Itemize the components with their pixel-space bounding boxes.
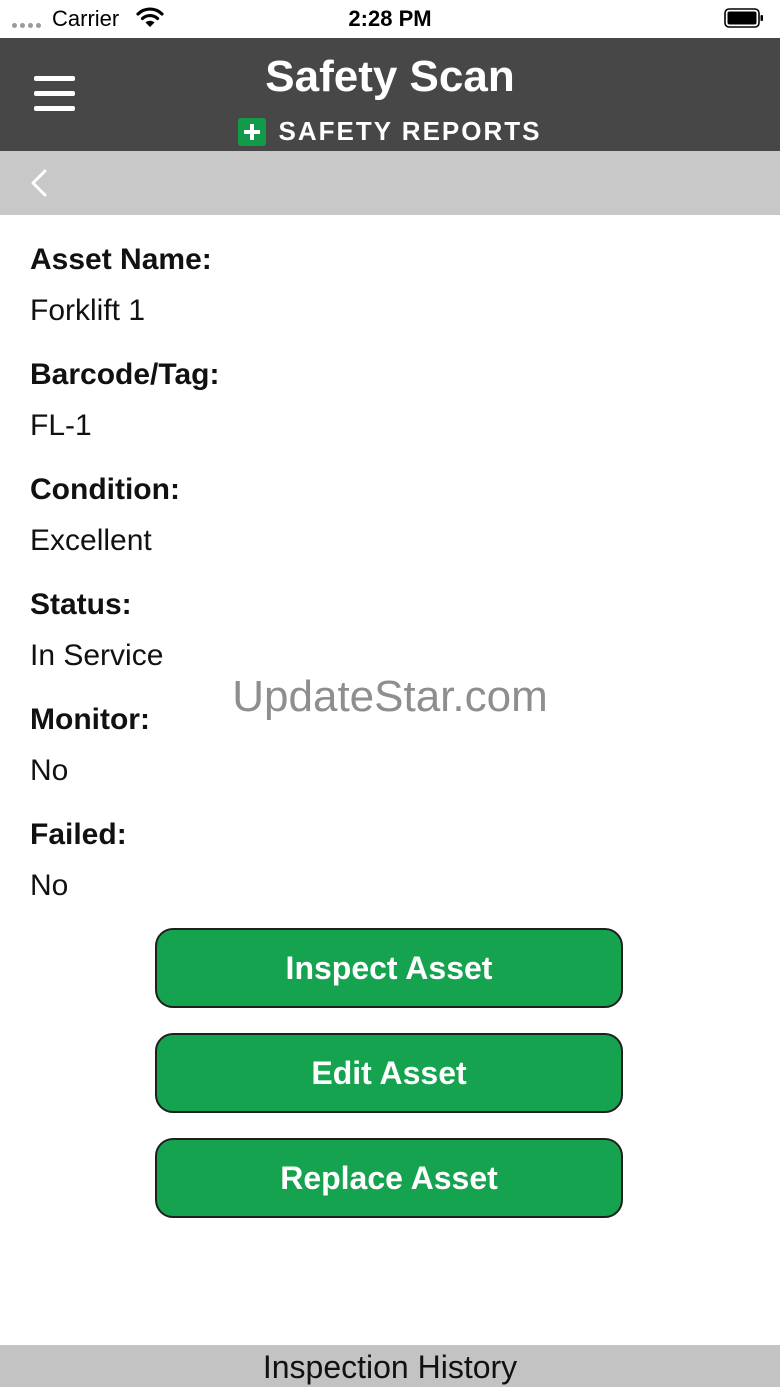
field-label: Status: [30, 588, 132, 621]
app-header: Safety Scan SAFETY REPORTS [0, 38, 780, 151]
app-title: Safety Scan [265, 52, 515, 101]
navigation-bar [0, 151, 780, 215]
brand-logo: SAFETY REPORTS [0, 116, 780, 147]
edit-asset-button[interactable]: Edit Asset [155, 1033, 623, 1113]
field-condition: Condition: Excellent [30, 470, 219, 585]
field-label: Barcode/Tag: [30, 358, 220, 391]
clock: 2:28 PM [348, 6, 432, 31]
watermark: UpdateStar.com [232, 672, 548, 721]
inspect-asset-button[interactable]: Inspect Asset [155, 928, 623, 1008]
field-barcode: Barcode/Tag: FL-1 [30, 355, 219, 470]
field-value: FL-1 [30, 409, 92, 442]
first-aid-cross-icon [238, 117, 267, 146]
field-label: Asset Name: [30, 243, 212, 276]
field-label: Failed: [30, 818, 127, 851]
field-failed: Failed: No [30, 815, 219, 930]
battery-icon [724, 8, 763, 28]
chevron-left-icon[interactable] [26, 161, 60, 201]
field-value: Excellent [30, 524, 152, 557]
inspection-history-tab[interactable]: Inspection History [0, 1345, 780, 1387]
field-value: No [30, 869, 69, 902]
field-label: Condition: [30, 473, 180, 506]
status-bar: Carrier 2:28 PM [0, 0, 780, 38]
asset-details: Asset Name: Forklift 1 Barcode/Tag: FL-1… [30, 240, 219, 930]
brand-name: SAFETY REPORTS [278, 116, 542, 146]
field-asset-name: Asset Name: Forklift 1 [30, 240, 219, 355]
replace-asset-button[interactable]: Replace Asset [155, 1138, 623, 1218]
field-value: In Service [30, 639, 164, 672]
field-value: No [30, 754, 69, 787]
field-value: Forklift 1 [30, 294, 146, 327]
